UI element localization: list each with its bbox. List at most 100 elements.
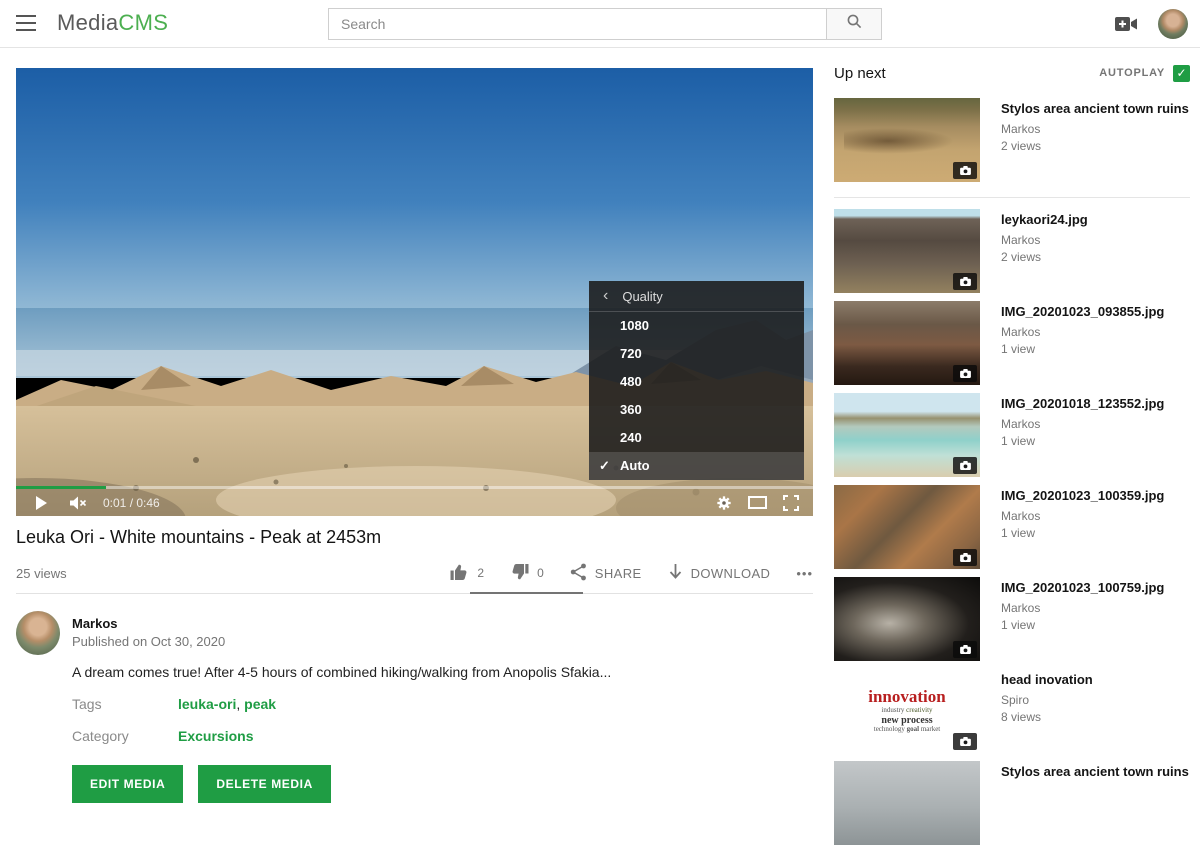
dislike-count: 0: [537, 566, 544, 580]
more-options-icon[interactable]: •••: [796, 566, 813, 581]
camera-badge-icon: [953, 733, 977, 750]
item-author: Markos: [1001, 601, 1164, 615]
item-title: IMG_20201018_123552.jpg: [1001, 395, 1164, 412]
delete-media-button[interactable]: DELETE MEDIA: [198, 765, 331, 803]
divider: [16, 593, 813, 594]
thumbnail[interactable]: [834, 393, 980, 477]
tags-label: Tags: [72, 696, 102, 712]
item-author: Markos: [1001, 509, 1164, 523]
category-label: Category: [72, 728, 129, 744]
item-title: IMG_20201023_100359.jpg: [1001, 487, 1164, 504]
author-name[interactable]: Markos: [72, 616, 118, 631]
item-title: IMG_20201023_100759.jpg: [1001, 579, 1164, 596]
fullscreen-icon[interactable]: [783, 495, 799, 511]
active-tab-indicator: [470, 592, 583, 594]
quality-option-1080[interactable]: 1080: [589, 312, 804, 340]
item-title: leykaori24.jpg: [1001, 211, 1088, 228]
thumbs-up-icon: [450, 563, 469, 584]
quality-option-240[interactable]: 240: [589, 424, 804, 452]
quality-option-360[interactable]: 360: [589, 396, 804, 424]
item-views: 1 view: [1001, 618, 1164, 632]
share-button[interactable]: SHARE: [570, 563, 642, 584]
up-next-item-7[interactable]: innovation industry creativity new proce…: [834, 669, 1190, 753]
thumbnail[interactable]: [834, 761, 980, 845]
thumbs-down-icon: [510, 563, 529, 584]
item-views: 1 view: [1001, 342, 1164, 356]
video-description: A dream comes true! After 4-5 hours of c…: [72, 664, 611, 680]
autoplay-checkbox[interactable]: ✓: [1173, 65, 1190, 82]
player-control-bar: 0:01 / 0:46: [16, 489, 813, 516]
logo[interactable]: MediaCMS: [57, 10, 168, 36]
camera-badge-icon: [953, 457, 977, 474]
item-author: Spiro: [1001, 693, 1093, 707]
up-next-sidebar: Up next AUTOPLAY ✓ Stylos area ancient t…: [834, 60, 1190, 853]
thumbnail[interactable]: [834, 209, 980, 293]
item-author: Markos: [1001, 417, 1164, 431]
search-input[interactable]: [328, 8, 826, 40]
download-icon: [668, 563, 683, 583]
time-display: 0:01 / 0:46: [103, 496, 160, 510]
menu-icon[interactable]: [16, 15, 36, 31]
category-link-excursions[interactable]: Excursions: [178, 728, 253, 744]
item-views: 8 views: [1001, 710, 1093, 724]
thumbnail-word-cloud[interactable]: innovation industry creativity new proce…: [834, 669, 980, 753]
check-icon: ✓: [1176, 66, 1186, 80]
theater-mode-icon[interactable]: [748, 496, 767, 509]
video-title: Leuka Ori - White mountains - Peak at 24…: [16, 527, 381, 548]
item-views: 2 views: [1001, 139, 1189, 153]
quality-menu-back[interactable]: ‹ Quality: [589, 281, 804, 312]
logo-media: Media: [57, 10, 118, 35]
up-next-item-1[interactable]: Stylos area ancient town ruins Markos 2 …: [834, 98, 1190, 198]
tag-link-leuka-ori[interactable]: leuka-ori: [178, 696, 236, 712]
search-form: [328, 8, 882, 40]
up-next-item-4[interactable]: IMG_20201018_123552.jpg Markos 1 view: [834, 393, 1190, 477]
item-views: 1 view: [1001, 526, 1164, 540]
up-next-item-8[interactable]: Stylos area ancient town ruins: [834, 761, 1190, 845]
author-avatar[interactable]: [16, 611, 60, 655]
tags-values: leuka-ori, peak: [178, 696, 276, 712]
thumbnail[interactable]: [834, 301, 980, 385]
item-author: Markos: [1001, 325, 1164, 339]
item-author: Markos: [1001, 122, 1189, 136]
quality-option-auto[interactable]: ✓ Auto: [589, 452, 804, 480]
item-title: head inovation: [1001, 671, 1093, 688]
item-views: 2 views: [1001, 250, 1088, 264]
up-next-item-6[interactable]: IMG_20201023_100759.jpg Markos 1 view: [834, 577, 1190, 661]
share-label: SHARE: [595, 566, 642, 581]
thumbnail[interactable]: [834, 98, 980, 182]
camera-badge-icon: [953, 641, 977, 658]
tag-link-peak[interactable]: peak: [244, 696, 276, 712]
thumbnail[interactable]: [834, 577, 980, 661]
logo-cms: CMS: [118, 10, 168, 35]
item-title: Stylos area ancient town ruins: [1001, 763, 1189, 780]
autoplay-label: AUTOPLAY: [1099, 67, 1165, 79]
mute-icon[interactable]: [69, 495, 87, 511]
like-button[interactable]: 2: [450, 563, 484, 584]
edit-media-button[interactable]: EDIT MEDIA: [72, 765, 183, 803]
camera-badge-icon: [953, 273, 977, 290]
thumbnail[interactable]: [834, 485, 980, 569]
quality-option-720[interactable]: 720: [589, 340, 804, 368]
action-bar: 2 0 SHARE DOWNLOAD •••: [468, 559, 813, 587]
like-count: 2: [477, 566, 484, 580]
video-player[interactable]: ‹ Quality 1080 720 480 360 240 ✓ Auto 0:…: [16, 68, 813, 516]
play-button[interactable]: [36, 496, 47, 510]
download-label: DOWNLOAD: [691, 566, 771, 581]
search-button[interactable]: [826, 8, 882, 40]
share-icon: [570, 563, 587, 584]
dislike-button[interactable]: 0: [510, 563, 544, 584]
download-button[interactable]: DOWNLOAD: [668, 563, 771, 583]
up-next-item-3[interactable]: IMG_20201023_093855.jpg Markos 1 view: [834, 301, 1190, 385]
item-title: IMG_20201023_093855.jpg: [1001, 303, 1164, 320]
upload-media-icon[interactable]: [1112, 14, 1140, 34]
up-next-item-5[interactable]: IMG_20201023_100359.jpg Markos 1 view: [834, 485, 1190, 569]
up-next-item-2[interactable]: leykaori24.jpg Markos 2 views: [834, 209, 1190, 293]
item-title: Stylos area ancient town ruins: [1001, 100, 1189, 117]
item-author: Markos: [1001, 233, 1088, 247]
quality-menu-title: Quality: [622, 289, 662, 304]
settings-gear-icon[interactable]: [716, 495, 732, 511]
quality-option-480[interactable]: 480: [589, 368, 804, 396]
view-count: 25 views: [16, 566, 67, 581]
user-avatar[interactable]: [1158, 9, 1188, 39]
top-bar: MediaCMS: [0, 0, 1200, 48]
